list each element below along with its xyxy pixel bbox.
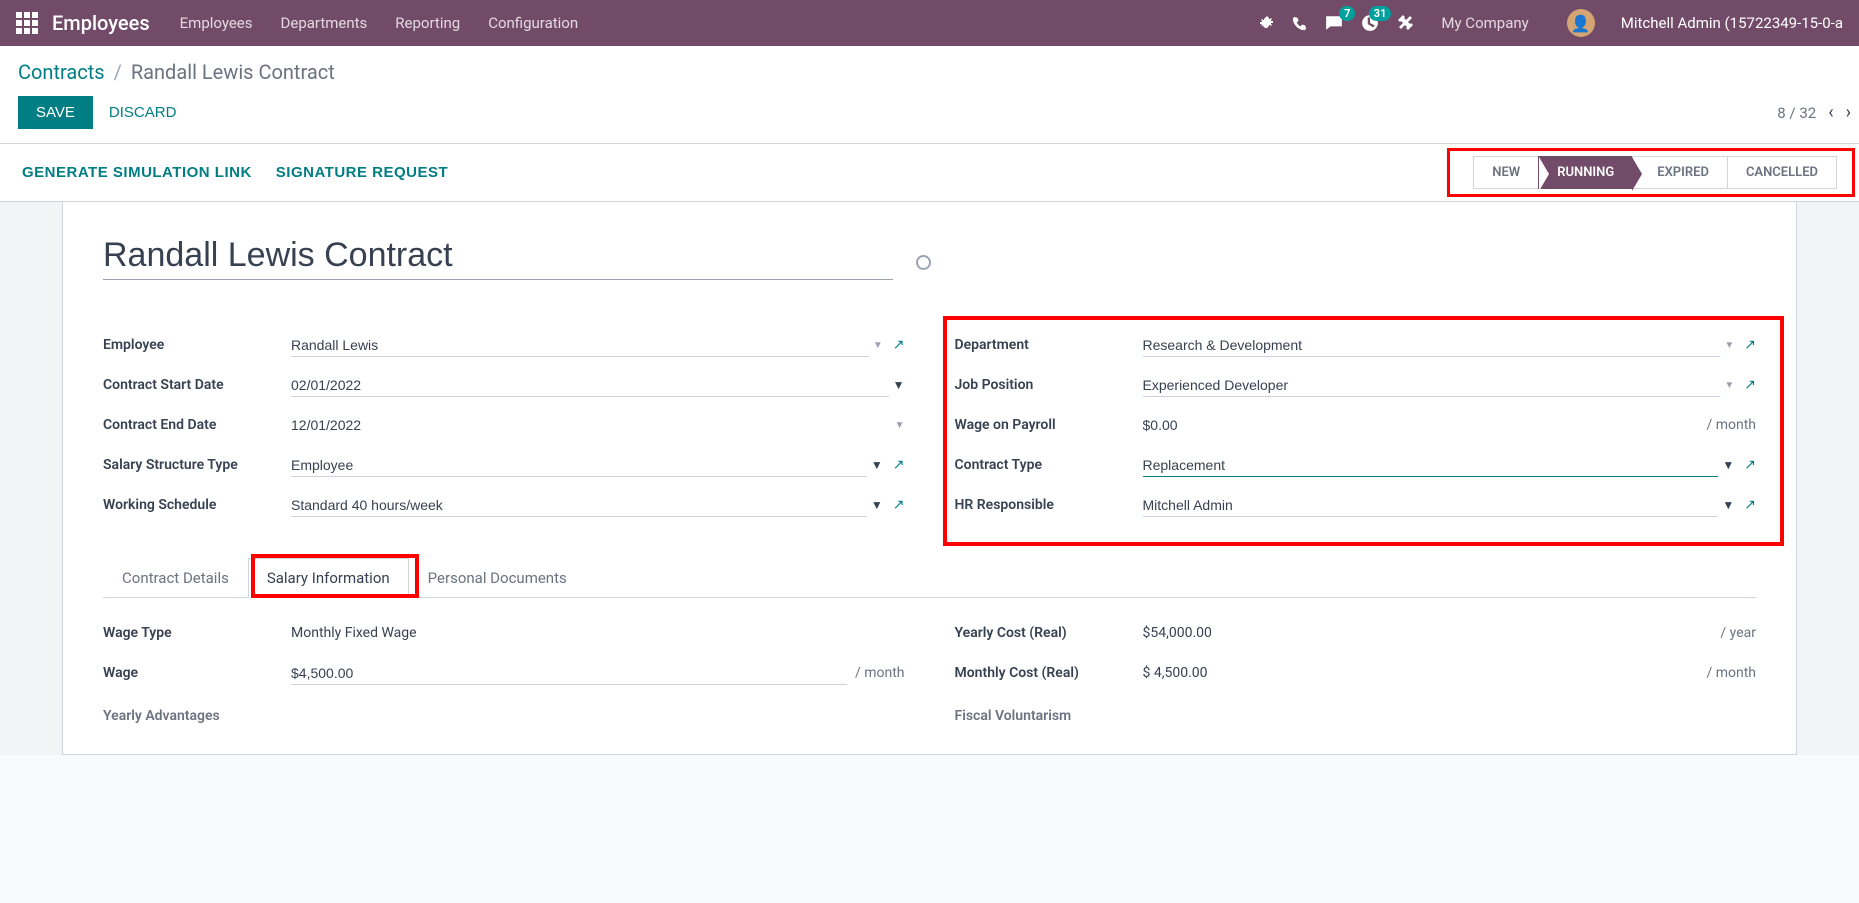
external-link-icon[interactable]: ↗ (893, 457, 905, 473)
form-right-col: Department ▼ ↗ Job Position ▼ ↗ Wage on … (955, 330, 1757, 530)
secondary-bar: GENERATE SIMULATION LINK SIGNATURE REQUE… (0, 144, 1859, 202)
structure-type-input[interactable] (291, 454, 867, 477)
job-position-input[interactable] (1143, 374, 1721, 397)
discard-button[interactable]: DISCARD (109, 104, 177, 121)
chevron-down-icon[interactable]: ▼ (871, 458, 883, 472)
form-sheet: Employee ▼ ↗ Contract Start Date ▼ Contr… (62, 202, 1797, 755)
chevron-down-icon[interactable]: ▼ (895, 420, 905, 431)
chevron-down-icon[interactable]: ▼ (871, 498, 883, 512)
external-link-icon[interactable]: ↗ (1744, 497, 1756, 513)
chevron-down-icon[interactable]: ▼ (1722, 498, 1734, 512)
nav-employees[interactable]: Employees (180, 14, 253, 32)
status-cancelled[interactable]: CANCELLED (1727, 156, 1837, 189)
status-expired[interactable]: EXPIRED (1632, 156, 1727, 189)
avatar[interactable]: 👤 (1567, 9, 1595, 37)
status-new[interactable]: NEW (1473, 156, 1538, 189)
field-wage-payroll: Wage on Payroll / month (955, 410, 1757, 440)
working-schedule-input[interactable] (291, 494, 867, 517)
chevron-down-icon[interactable]: ▼ (1722, 458, 1734, 472)
tab-content: Wage Type Monthly Fixed Wage Wage / mont… (103, 598, 1756, 724)
external-link-icon[interactable]: ↗ (1744, 337, 1756, 353)
chevron-down-icon[interactable]: ▼ (873, 340, 883, 351)
contract-type-input[interactable] (1143, 454, 1719, 477)
external-link-icon[interactable]: ↗ (893, 497, 905, 513)
tab-salary-information[interactable]: Salary Information (248, 558, 409, 598)
field-structure-type: Salary Structure Type ▼ ↗ (103, 450, 905, 480)
external-link-icon[interactable]: ↗ (1744, 377, 1756, 393)
field-working-schedule: Working Schedule ▼ ↗ (103, 490, 905, 520)
field-yearly-cost: Yearly Cost (Real) $54,000.00 / year (955, 618, 1757, 648)
end-date-input[interactable] (291, 414, 891, 436)
hr-responsible-input[interactable] (1143, 494, 1719, 517)
pager-next-icon[interactable]: › (1846, 102, 1851, 123)
field-monthly-cost: Monthly Cost (Real) $ 4,500.00 / month (955, 658, 1757, 688)
save-button[interactable]: SAVE (18, 96, 93, 129)
pager-prev-icon[interactable]: ‹ (1828, 102, 1833, 123)
field-end-date: Contract End Date ▼ (103, 410, 905, 440)
yearly-cost-value: $54,000.00 (1143, 622, 1713, 644)
field-department: Department ▼ ↗ (955, 330, 1757, 360)
tab-personal-documents[interactable]: Personal Documents (409, 558, 586, 597)
nav-reporting[interactable]: Reporting (395, 14, 460, 32)
field-job-position: Job Position ▼ ↗ (955, 370, 1757, 400)
breadcrumb-contracts[interactable]: Contracts (18, 60, 105, 84)
nav-configuration[interactable]: Configuration (488, 14, 578, 32)
app-title[interactable]: Employees (52, 11, 150, 35)
chevron-down-icon[interactable]: ▼ (1724, 380, 1734, 391)
form-left-col: Employee ▼ ↗ Contract Start Date ▼ Contr… (103, 330, 905, 530)
monthly-cost-value: $ 4,500.00 (1143, 662, 1699, 684)
field-start-date: Contract Start Date ▼ (103, 370, 905, 400)
employee-input[interactable] (291, 334, 869, 357)
external-link-icon[interactable]: ↗ (1744, 457, 1756, 473)
external-link-icon[interactable]: ↗ (893, 337, 905, 353)
wage-payroll-input[interactable] (1143, 414, 1699, 436)
field-hr-responsible: HR Responsible ▼ ↗ (955, 490, 1757, 520)
department-input[interactable] (1143, 334, 1721, 357)
breadcrumb-current: Randall Lewis Contract (131, 60, 335, 84)
tab-contract-details[interactable]: Contract Details (103, 558, 248, 597)
nav-menu: Employees Departments Reporting Configur… (180, 14, 578, 32)
contract-name-input[interactable] (103, 232, 893, 280)
section-fiscal-voluntarism: Fiscal Voluntarism (955, 708, 1757, 724)
form-grid: Employee ▼ ↗ Contract Start Date ▼ Contr… (103, 330, 1756, 530)
activities-icon[interactable]: 31 (1361, 14, 1379, 32)
bug-icon[interactable] (1258, 15, 1274, 31)
chevron-down-icon[interactable]: ▼ (893, 378, 905, 392)
kanban-state-dot[interactable] (916, 255, 931, 270)
pager: 8 / 32 ‹ › (1777, 102, 1841, 123)
breadcrumb-bar: Contracts / Randall Lewis Contract (0, 46, 1859, 84)
status-running[interactable]: RUNNING (1538, 156, 1632, 189)
field-wage-type: Wage Type Monthly Fixed Wage (103, 618, 905, 648)
signature-request-button[interactable]: SIGNATURE REQUEST (276, 164, 448, 181)
section-yearly-advantages: Yearly Advantages (103, 708, 905, 724)
username[interactable]: Mitchell Admin (15722349-15-0-a (1621, 14, 1843, 32)
content: Employee ▼ ↗ Contract Start Date ▼ Contr… (0, 202, 1859, 755)
field-contract-type: Contract Type ▼ ↗ (955, 450, 1757, 480)
action-row: SAVE DISCARD 8 / 32 ‹ › (0, 84, 1859, 144)
field-employee: Employee ▼ ↗ (103, 330, 905, 360)
phone-icon[interactable] (1292, 16, 1307, 31)
messages-icon[interactable]: 7 (1325, 14, 1343, 32)
company-selector[interactable]: My Company (1441, 14, 1528, 32)
activities-badge: 31 (1369, 6, 1392, 21)
tabs: Contract Details Salary Information Pers… (103, 558, 1756, 598)
wage-input[interactable] (291, 662, 847, 685)
nav-departments[interactable]: Departments (281, 14, 368, 32)
chevron-down-icon[interactable]: ▼ (1724, 340, 1734, 351)
pager-text[interactable]: 8 / 32 (1777, 104, 1816, 122)
status-bar: NEW RUNNING EXPIRED CANCELLED (1473, 156, 1837, 189)
field-wage: Wage / month (103, 658, 905, 688)
generate-simulation-button[interactable]: GENERATE SIMULATION LINK (22, 164, 252, 181)
apps-icon[interactable] (16, 12, 38, 34)
tools-icon[interactable] (1397, 15, 1413, 31)
top-nav: Employees Employees Departments Reportin… (0, 0, 1859, 46)
start-date-input[interactable] (291, 374, 889, 397)
messages-badge: 7 (1339, 6, 1355, 21)
wage-type-value: Monthly Fixed Wage (291, 622, 905, 644)
nav-icons: 7 31 My Company 👤 Mitchell Admin (157223… (1258, 9, 1843, 37)
breadcrumb: Contracts / Randall Lewis Contract (18, 60, 1841, 84)
